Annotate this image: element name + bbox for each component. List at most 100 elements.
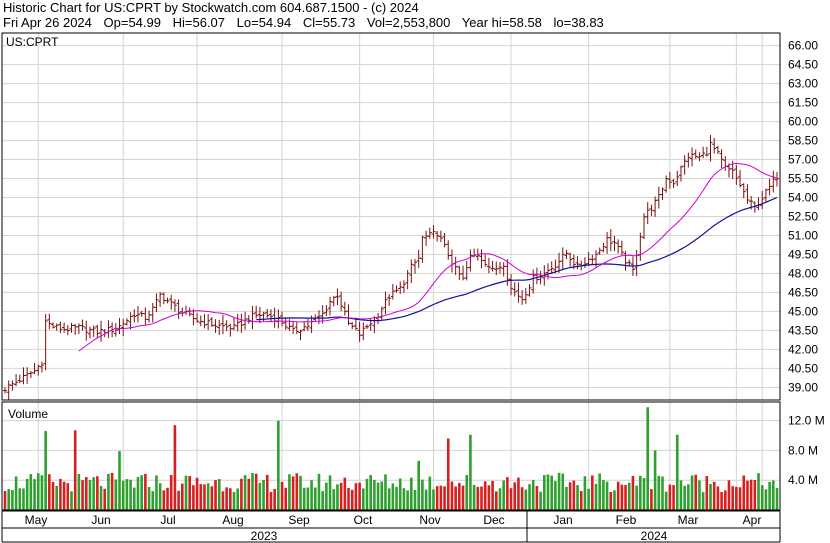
ohlc-bar (497, 262, 502, 274)
ohlc-bar (486, 257, 491, 274)
volume-bar (768, 481, 771, 510)
ohlc-bar (704, 146, 709, 157)
ohlc-bar (224, 320, 229, 332)
ohlc-bar (667, 171, 672, 189)
volume-bar (701, 492, 705, 510)
ohlc-bar (534, 267, 539, 285)
month-label: Jan (553, 513, 572, 527)
volume-bar (454, 486, 457, 510)
volume-bar (760, 485, 764, 510)
volume-bar (483, 481, 487, 510)
volume-bar (424, 489, 428, 510)
volume-bar (657, 475, 661, 510)
ohlc-bar (298, 329, 303, 341)
volume-bar (668, 484, 672, 510)
ohlc-bar (209, 317, 214, 328)
ohlc-bar (17, 374, 22, 384)
volume-bar (62, 481, 66, 510)
volume-bar (664, 491, 668, 510)
volume-tick-label: 12.0 M (788, 414, 825, 428)
volume-bar (376, 482, 380, 510)
volume-bar (528, 484, 531, 510)
volume-bar (772, 480, 775, 510)
volume-bar (524, 489, 528, 510)
ohlc-bar (342, 301, 347, 316)
ohlc-bar (250, 306, 255, 330)
ohlc-bar (413, 259, 418, 274)
volume-bar (561, 473, 565, 510)
volume-bar (313, 487, 317, 510)
volume-bar (639, 475, 642, 510)
volume-bar (568, 482, 572, 510)
volume-bar (73, 430, 77, 510)
ohlc-bar (483, 254, 488, 267)
ohlc-bar (172, 299, 177, 312)
ohlc-bar (638, 232, 643, 261)
ohlc-bar (291, 321, 296, 334)
volume-bar (299, 475, 302, 510)
volume-bar (421, 479, 424, 510)
volume-bar (88, 480, 92, 510)
volume-bar (579, 491, 583, 510)
volume-bar (206, 483, 210, 510)
volume-bar (96, 476, 99, 510)
ohlc-bar (690, 147, 695, 167)
volume-bar (336, 484, 339, 510)
ohlc-bar (379, 306, 384, 320)
ohlc-bar (653, 196, 658, 217)
ohlc-bar (693, 149, 698, 159)
ohlc-bar (165, 297, 170, 304)
volume-bar (646, 407, 650, 510)
volume-bar (542, 475, 546, 510)
ohlc-bar (512, 282, 517, 297)
ohlc-bar (608, 229, 613, 252)
ohlc-bar (346, 304, 351, 326)
ohlc-bar (143, 307, 148, 325)
ohlc-bar (124, 318, 129, 326)
ohlc-bar (154, 293, 159, 313)
volume-bar (173, 425, 177, 510)
ohlc-bar (427, 227, 432, 239)
volume-bar (775, 488, 779, 510)
volume-bar (332, 489, 336, 510)
ohlc-bar (457, 265, 462, 280)
volume-bar (605, 481, 609, 510)
volume-bar (746, 480, 749, 510)
ohlc-bar (538, 270, 543, 285)
volume-bar (214, 480, 217, 510)
volume-bar (59, 478, 62, 510)
ohlc-bar (265, 309, 270, 318)
ohlc-bar (25, 367, 30, 384)
ohlc-bar (723, 156, 728, 171)
volume-bar (328, 475, 332, 510)
volume-bar (461, 485, 465, 510)
volume-bar (36, 473, 40, 510)
volume-bar (284, 487, 288, 510)
volume-bar (469, 434, 472, 510)
volume-bar (723, 490, 727, 510)
volume-bar (70, 491, 73, 510)
volume-bar (84, 477, 88, 510)
volume-bar (591, 475, 594, 510)
volume-bar (7, 489, 10, 510)
month-label: Aug (222, 513, 243, 527)
volume-bar (188, 476, 191, 510)
ohlc-bar (453, 256, 458, 275)
volume-bar (354, 483, 358, 510)
volume-bar (125, 479, 129, 510)
volume-bar (616, 481, 620, 510)
volume-bar (753, 480, 757, 510)
volume-bar (350, 489, 354, 510)
price-tick-label: 66.00 (788, 39, 818, 53)
ohlc-bar (376, 313, 381, 325)
price-bars (3, 134, 779, 400)
volume-bar (683, 485, 686, 510)
ohlc-bar (350, 321, 355, 330)
ohlc-bar (235, 313, 240, 332)
volume-bar (14, 476, 18, 510)
volume-bar (243, 475, 247, 510)
volume-bar (613, 490, 616, 510)
volume-bar (731, 486, 734, 510)
stock-chart: 66.00 64.50 63.00 61.50 60.00 58.50 57.00 55.50… (1, 32, 825, 543)
year-label: 2024 (641, 529, 668, 543)
